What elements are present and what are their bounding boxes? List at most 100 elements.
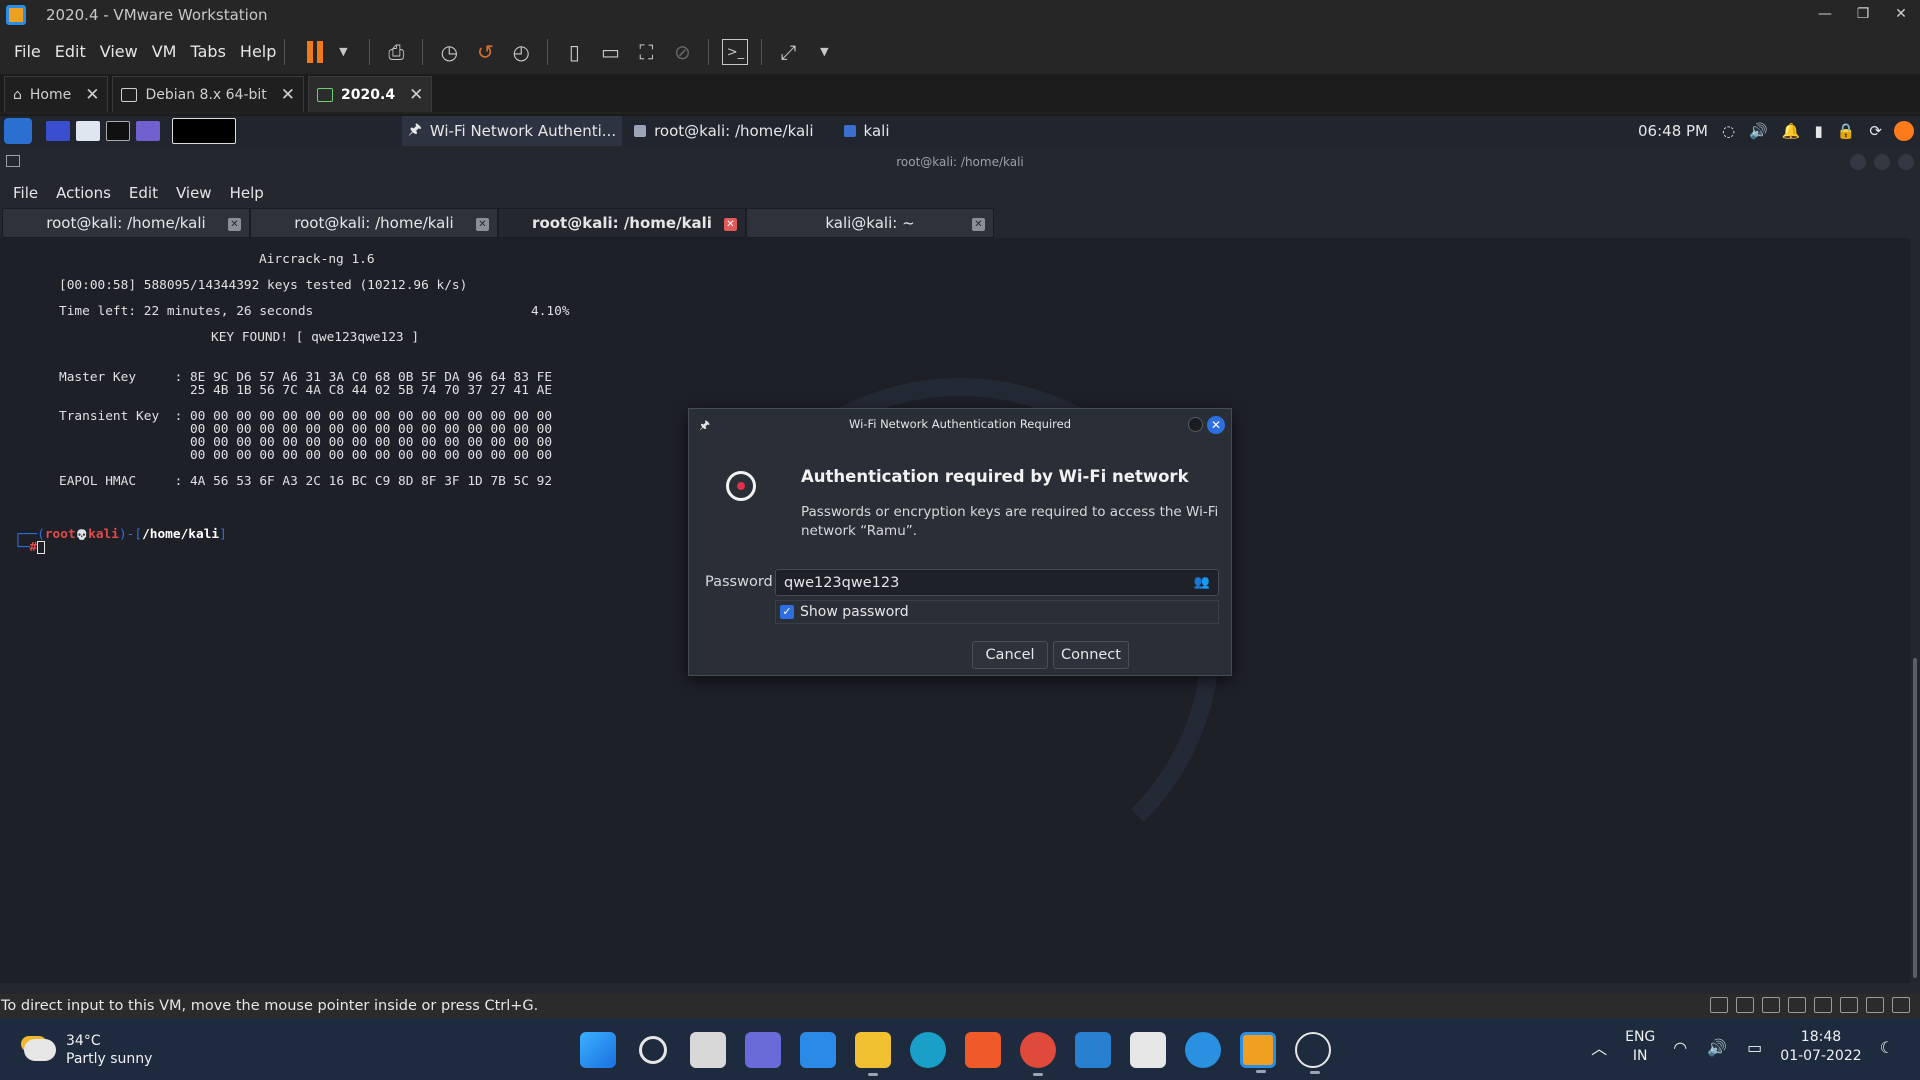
revert-snapshot-icon[interactable]: ↺: [472, 39, 498, 65]
store-icon[interactable]: [1130, 1032, 1166, 1068]
network-icon[interactable]: ◌: [1722, 122, 1735, 140]
tab-2020-4[interactable]: 2020.4 ✕: [308, 76, 433, 112]
teams-chat-icon[interactable]: [745, 1032, 781, 1068]
volume-icon[interactable]: 🔊: [1707, 1038, 1727, 1057]
password-field[interactable]: qwe123qwe123 👥: [775, 569, 1219, 596]
full-screen-icon[interactable]: ⛶: [633, 39, 659, 65]
terminal-tab[interactable]: root@kali: /home/kali ✕: [250, 208, 498, 238]
unity-icon[interactable]: ⊘: [669, 39, 695, 65]
vscode-icon[interactable]: [1075, 1032, 1111, 1068]
safari-icon[interactable]: [1185, 1032, 1221, 1068]
show-password-checkbox[interactable]: ✓ Show password: [775, 600, 1219, 624]
close-icon[interactable]: ✕: [1207, 416, 1225, 434]
edge-icon[interactable]: [910, 1032, 946, 1068]
file-explorer-icon[interactable]: [855, 1032, 891, 1076]
close-icon[interactable]: ✕: [281, 85, 295, 105]
task-wifi-auth[interactable]: 🖈 Wi-Fi Network Authenti...: [402, 116, 623, 146]
search-icon[interactable]: [639, 1036, 667, 1064]
kali-menu-icon[interactable]: [4, 118, 32, 144]
dell-icon[interactable]: [1295, 1032, 1331, 1074]
usb-icon[interactable]: [1840, 997, 1858, 1013]
battery-icon[interactable]: ▭: [1747, 1038, 1762, 1057]
close-icon[interactable]: ✕: [972, 218, 985, 231]
chevron-down-icon[interactable]: ▼: [330, 39, 356, 65]
stretch-guest-icon[interactable]: ⤢: [775, 39, 801, 65]
close-icon[interactable]: ✕: [724, 218, 737, 231]
hard-disk-icon[interactable]: [1710, 997, 1728, 1013]
send-keys-icon[interactable]: ⎙: [383, 39, 409, 65]
menu-view[interactable]: View: [176, 184, 212, 202]
connect-button[interactable]: Connect: [1053, 641, 1129, 669]
shell-input-line[interactable]: └─#: [14, 540, 46, 555]
menu-file[interactable]: File: [14, 42, 41, 61]
terminal-icon[interactable]: [106, 121, 130, 141]
pause-icon[interactable]: [307, 40, 325, 63]
weather-widget[interactable]: 34°C Partly sunny: [24, 1032, 152, 1068]
console-view-icon[interactable]: >_: [722, 38, 749, 65]
terminal-tab[interactable]: root@kali: /home/kali ✕: [2, 208, 250, 238]
menu-help[interactable]: Help: [230, 184, 264, 202]
pin-icon[interactable]: 🖈: [699, 416, 710, 437]
snapshot-icon[interactable]: ◷: [436, 39, 462, 65]
terminal-tab[interactable]: kali@kali: ~ ✕: [746, 208, 994, 238]
lock-icon[interactable]: 🔒: [1837, 122, 1856, 140]
chrome-icon[interactable]: [1020, 1032, 1056, 1076]
minimize-icon[interactable]: [1188, 417, 1203, 432]
menu-actions[interactable]: Actions: [56, 184, 111, 202]
close-icon[interactable]: ✕: [409, 85, 423, 105]
menu-tabs[interactable]: Tabs: [190, 42, 225, 61]
menu-edit[interactable]: Edit: [55, 42, 86, 61]
menu-edit[interactable]: Edit: [129, 184, 158, 202]
tab-home[interactable]: ⌂ Home ✕: [4, 76, 109, 112]
brave-icon[interactable]: [965, 1032, 1001, 1068]
close-icon[interactable]: ✕: [85, 85, 99, 105]
file-manager-icon[interactable]: [76, 121, 100, 141]
network-adapter-icon[interactable]: [1762, 997, 1780, 1013]
task-view-icon[interactable]: [690, 1032, 726, 1068]
cd-rom-icon[interactable]: [1736, 997, 1754, 1013]
user-profile-icon[interactable]: 👥: [1194, 575, 1210, 590]
printer-icon[interactable]: [1788, 997, 1806, 1013]
close-icon[interactable]: ✕: [228, 218, 241, 231]
restore-icon[interactable]: ❐: [1844, 0, 1882, 29]
display-icon[interactable]: [1866, 997, 1884, 1013]
menu-vm[interactable]: VM: [152, 42, 177, 61]
tab-debian[interactable]: Debian 8.x 64-bit ✕: [112, 76, 305, 112]
app-launcher-icon[interactable]: [136, 121, 160, 141]
menu-file[interactable]: File: [13, 184, 38, 202]
task-kali[interactable]: kali: [843, 122, 889, 140]
workspace-switcher-icon[interactable]: [172, 118, 236, 144]
close-icon[interactable]: ✕: [1882, 0, 1920, 29]
notification-icon[interactable]: 🔔: [1782, 122, 1801, 140]
language-indicator[interactable]: ENG IN: [1625, 1028, 1655, 1066]
terminal-scrollbar[interactable]: [1910, 238, 1920, 983]
cancel-button[interactable]: Cancel: [972, 641, 1048, 669]
minimize-icon[interactable]: —: [1806, 0, 1844, 29]
workspace-icon[interactable]: [46, 121, 70, 141]
focus-assist-icon[interactable]: ☾: [1880, 1038, 1894, 1057]
clock[interactable]: 18:48 01-07-2022: [1780, 1028, 1861, 1066]
thumbnail-bar-icon[interactable]: ▭: [597, 39, 623, 65]
chevron-down-icon[interactable]: ▼: [811, 39, 837, 65]
menu-help[interactable]: Help: [240, 42, 276, 61]
minimize-icon[interactable]: [1850, 154, 1866, 170]
refresh-icon[interactable]: ⟳: [1869, 122, 1882, 140]
wifi-icon[interactable]: ◠: [1673, 1038, 1687, 1057]
sound-card-icon[interactable]: [1814, 997, 1832, 1013]
chevron-up-icon[interactable]: ︿: [1591, 1035, 1607, 1059]
message-icon[interactable]: [1892, 997, 1910, 1013]
terminal-tab-active[interactable]: root@kali: /home/kali ✕: [498, 208, 746, 238]
vmware-icon[interactable]: [1240, 1032, 1276, 1073]
start-icon[interactable]: [580, 1032, 616, 1068]
battery-icon[interactable]: ▮: [1814, 122, 1822, 140]
scrollbar-thumb[interactable]: [1913, 658, 1917, 978]
close-icon[interactable]: ✕: [476, 218, 489, 231]
volume-icon[interactable]: 🔊: [1749, 122, 1768, 140]
mail-icon[interactable]: [800, 1032, 836, 1068]
snapshot-manager-icon[interactable]: ◴: [508, 39, 534, 65]
show-library-icon[interactable]: ▯: [561, 39, 587, 65]
task-terminal[interactable]: root@kali: /home/kali: [634, 122, 814, 140]
maximize-icon[interactable]: [1874, 154, 1890, 170]
menu-view[interactable]: View: [100, 42, 138, 61]
firefox-icon[interactable]: [1894, 121, 1914, 141]
